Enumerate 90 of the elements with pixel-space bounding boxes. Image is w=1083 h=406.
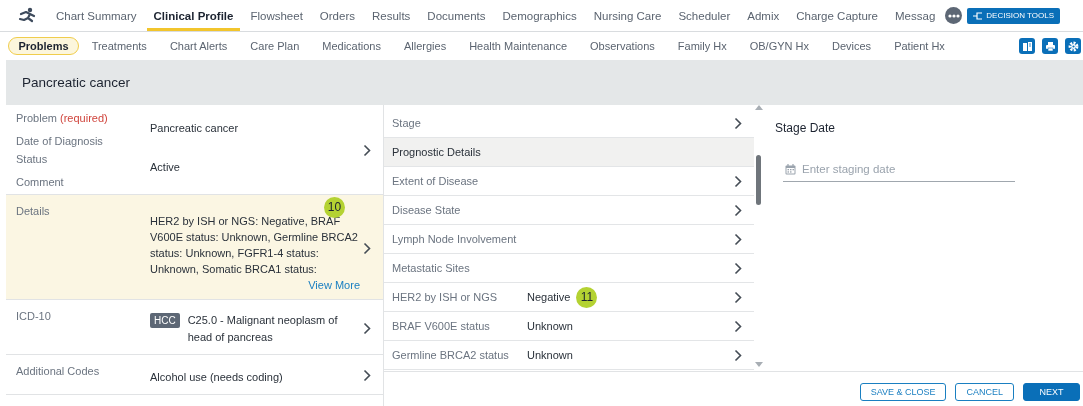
print-icon xyxy=(1044,40,1056,52)
code-text: C25.0 - Malignant neoplasm of head of pancreas xyxy=(187,313,339,345)
chevron-icon[interactable] xyxy=(734,261,742,275)
row-label: Germline BRCA2 status xyxy=(392,349,510,361)
row-label: Disease State xyxy=(392,204,462,216)
field-row[interactable]: Details HER2 by ISH or NGS: Negative, BRAF V600E status: Unknown, Germline BRCA2 status: Unknown, FGFR1-4 status: Unknown, Somatic BRCA1 status: View More 10 xyxy=(6,195,383,300)
row-value: Negative xyxy=(527,291,571,303)
nav-tab[interactable]: Nursing Care xyxy=(586,0,669,31)
hcc-tag: HCC xyxy=(150,313,180,328)
page-title: Pancreatic cancer xyxy=(21,75,131,90)
chevron-icon[interactable] xyxy=(734,203,742,217)
book-button[interactable] xyxy=(1019,38,1035,54)
nav-tab[interactable]: Results xyxy=(365,0,418,31)
nav-tab[interactable]: Documents xyxy=(420,0,493,31)
field-value: Pancreatic cancer xyxy=(150,120,240,136)
field-value: Alcohol use (needs coding) xyxy=(150,370,284,385)
runner-icon xyxy=(17,6,37,25)
nav-tab[interactable]: Messag xyxy=(888,0,943,31)
row-label: Stage xyxy=(392,117,422,129)
list-row[interactable]: Metastatic Sites xyxy=(384,254,754,283)
section-header: Prognostic Details xyxy=(384,138,754,167)
nav-tab[interactable]: Charge Capture xyxy=(789,0,885,31)
field-row[interactable]: Additional Codes Alcohol use (needs coding) xyxy=(6,355,383,395)
row-label: Extent of Disease xyxy=(392,175,480,187)
subnav-tab[interactable]: Observations xyxy=(579,37,666,55)
row-label: Lymph Node Involvement xyxy=(392,233,518,245)
list-row[interactable]: Germline BRCA2 status Unknown xyxy=(384,341,754,370)
subnav-tab[interactable]: Care Plan xyxy=(239,37,310,55)
subnav-tab[interactable]: Devices xyxy=(821,37,882,55)
chevron-icon[interactable] xyxy=(734,174,742,188)
subnav-tab[interactable]: Health Maintenance xyxy=(458,37,578,55)
required-note: (required) xyxy=(60,111,108,124)
field-label: Status xyxy=(16,152,48,165)
subnav-tab[interactable]: Problems xyxy=(8,37,80,55)
subnav-tab[interactable]: OB/GYN Hx xyxy=(739,37,820,55)
field-label: Problem xyxy=(16,111,57,124)
list-row[interactable]: Lymph Node Involvement xyxy=(384,225,754,254)
nav-tab[interactable]: Flowsheet xyxy=(243,0,310,31)
chevron-icon[interactable] xyxy=(734,348,742,362)
field-label: Additional Codes xyxy=(16,365,100,377)
more-icon xyxy=(947,13,960,18)
row-label: HER2 by ISH or NGS xyxy=(392,291,499,303)
list-row[interactable]: HER2 by ISH or NGS Negative 11 xyxy=(384,283,754,312)
row-label: Metastatic Sites xyxy=(392,262,471,274)
field-label: Comment xyxy=(16,176,64,188)
more-button[interactable] xyxy=(945,7,963,24)
calendar-icon xyxy=(785,163,796,175)
chevron-icon[interactable] xyxy=(734,116,742,130)
number-badge: 10 xyxy=(324,197,345,218)
field-value: Active xyxy=(150,159,181,175)
field-row[interactable]: ICD-10 HCC C25.0 - Malignant neoplasm of head of pancreas xyxy=(6,300,383,355)
subnav-tab[interactable]: Allergies xyxy=(393,37,457,55)
chevron-icon[interactable] xyxy=(734,290,742,304)
stage-date-label: Stage Date xyxy=(775,121,837,135)
subnav-tab[interactable]: Family Hx xyxy=(667,37,738,55)
row-label: BRAF V600E status xyxy=(392,320,491,332)
subnav-tab[interactable]: Treatments xyxy=(81,37,158,55)
chevron-icon[interactable] xyxy=(363,321,371,335)
chevron-icon[interactable] xyxy=(734,232,742,246)
nav-tab[interactable]: Orders xyxy=(312,0,362,31)
field-label: Details xyxy=(16,205,50,217)
print-button[interactable] xyxy=(1042,38,1058,54)
book-icon xyxy=(1021,40,1033,52)
number-badge: 11 xyxy=(576,286,598,308)
chevron-icon[interactable] xyxy=(363,241,371,255)
subnav-tab[interactable]: Chart Alerts xyxy=(159,37,238,55)
footer-button[interactable]: SAVE & CLOSE xyxy=(859,383,947,401)
chevron-icon[interactable] xyxy=(734,319,742,333)
nav-tab[interactable]: Admix xyxy=(740,0,787,31)
subnav-tab[interactable]: Medications xyxy=(311,37,392,55)
date-field[interactable]: Enter staging date xyxy=(802,163,1013,175)
footer-button[interactable]: CANCEL xyxy=(955,383,1014,401)
list-row[interactable]: Disease State xyxy=(384,196,754,225)
nav-tab[interactable]: Scheduler xyxy=(671,0,738,31)
row-value: Unknown xyxy=(527,320,573,332)
list-row[interactable]: BRAF V600E status Unknown xyxy=(384,312,754,341)
chevron-icon[interactable] xyxy=(363,144,371,157)
nav-tab[interactable]: Clinical Profile xyxy=(146,0,241,31)
subnav-tab[interactable]: Patient Hx xyxy=(883,37,956,55)
branch-icon xyxy=(973,11,983,20)
field-label: Date of Diagnosis xyxy=(16,135,103,147)
footer-button[interactable]: NEXT xyxy=(1023,383,1080,401)
row-value: Unknown xyxy=(527,349,573,361)
decision-tools-button[interactable]: DECISION TOOLS xyxy=(967,7,1061,24)
list-row[interactable]: Extent of Disease xyxy=(384,167,754,196)
chevron-icon[interactable] xyxy=(363,369,371,382)
field-label: ICD-10 xyxy=(16,310,51,322)
view-more-link[interactable]: View More xyxy=(308,279,360,291)
nav-tab[interactable]: Demographics xyxy=(495,0,584,31)
nav-tab[interactable]: Chart Summary xyxy=(49,0,144,31)
